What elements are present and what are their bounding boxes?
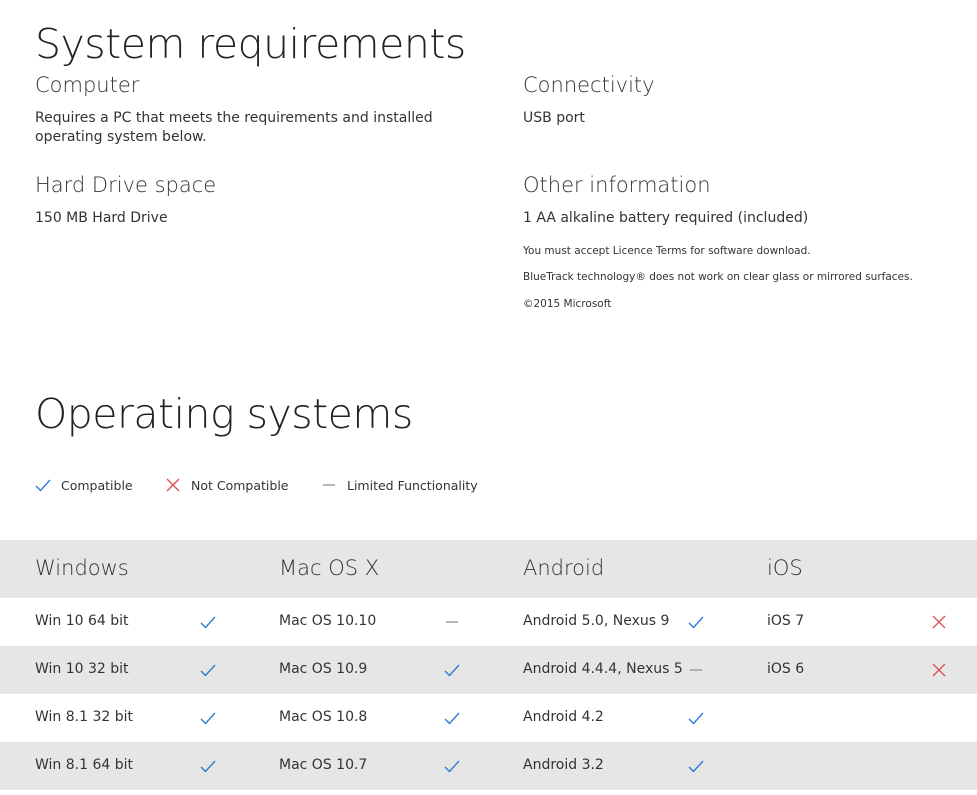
column-header-android: Android [523,556,605,580]
computer-text-line2: operating system below. [35,129,207,145]
dash-icon [688,662,704,678]
table-row: Win 8.1 64 bit Mac OS 10.7 Android 3.2 [0,742,977,790]
column-header-windows: Windows [35,556,129,580]
check-icon [35,479,51,492]
bluetrack-note: BlueTrack technology® does not work on c… [523,271,913,283]
harddrive-text: 150 MB Hard Drive [35,210,168,226]
computer-text-line1: Requires a PC that meets the requirement… [35,110,433,126]
check-icon [200,662,216,678]
licence-note: You must accept Licence Terms for softwa… [523,245,811,257]
check-icon [200,710,216,726]
legend-not-compatible-label: Not Compatible [191,477,289,493]
column-header-ios: iOS [767,556,803,580]
os-name: Mac OS 10.7 [279,757,368,773]
check-icon [444,758,460,774]
os-name: Mac OS 10.10 [279,613,377,629]
computer-heading: Computer [35,73,140,97]
copyright-note: ©2015 Microsoft [523,298,612,310]
check-icon [688,614,704,630]
os-name: Win 8.1 64 bit [35,757,133,773]
cross-icon [931,614,947,630]
os-compatibility-table: Windows Mac OS X Android iOS Win 10 64 b… [0,540,977,790]
os-title: Operating systems [35,390,413,438]
os-name: Mac OS 10.9 [279,661,368,677]
legend-compatible-label: Compatible [61,477,133,493]
cross-icon [931,662,947,678]
table-row: Win 10 32 bit Mac OS 10.9 Android 4.4.4,… [0,646,977,694]
cross-icon [166,478,180,492]
os-name: Android 4.2 [523,709,604,725]
check-icon [444,710,460,726]
status-mark [931,710,947,726]
check-icon [200,614,216,630]
legend-not-compatible: Not Compatible [165,477,289,493]
os-name: iOS 6 [767,661,805,677]
check-icon [688,758,704,774]
os-name: Mac OS 10.8 [279,709,368,725]
connectivity-heading: Connectivity [523,73,655,97]
column-header-macos: Mac OS X [279,556,380,580]
computer-text: Requires a PC that meets the requirement… [35,109,433,147]
dash-icon [444,614,460,630]
other-info-text: 1 AA alkaline battery required (included… [523,210,809,226]
other-info-heading: Other information [523,173,711,197]
os-name: Win 10 32 bit [35,661,129,677]
os-name: Android 4.4.4, Nexus 5 [523,661,683,677]
os-name: Android 3.2 [523,757,604,773]
dash-icon [323,484,335,486]
connectivity-text: USB port [523,110,585,126]
os-name: Win 10 64 bit [35,613,129,629]
legend-limited: Limited Functionality [321,477,478,493]
legend-limited-label: Limited Functionality [347,477,478,493]
table-row: Win 8.1 32 bit Mac OS 10.8 Android 4.2 [0,694,977,742]
os-name: Win 8.1 32 bit [35,709,133,725]
check-icon [688,710,704,726]
status-mark [931,758,947,774]
check-icon [444,662,460,678]
harddrive-heading: Hard Drive space [35,173,217,197]
os-name: iOS 7 [767,613,805,629]
os-name: Android 5.0, Nexus 9 [523,613,670,629]
page-title: System requirements [35,20,466,68]
table-row: Win 10 64 bit Mac OS 10.10 Android 5.0, … [0,598,977,646]
table-header-row: Windows Mac OS X Android iOS [0,540,977,598]
legend-compatible: Compatible [35,477,133,493]
check-icon [200,758,216,774]
